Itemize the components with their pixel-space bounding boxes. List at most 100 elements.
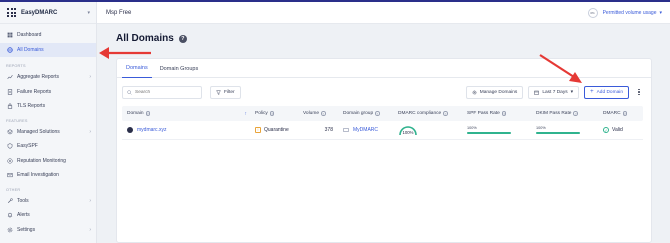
organization-title[interactable]: Msp Free: [106, 10, 131, 16]
compliance-gauge: 100%: [398, 124, 418, 136]
info-icon: ?: [321, 111, 326, 116]
annotation-arrow-sidebar: [99, 47, 151, 59]
gear-icon: [472, 90, 477, 94]
chevron-down-icon: ▾: [570, 89, 574, 95]
domain-group-link[interactable]: MyDMARC: [353, 127, 378, 133]
search-icon: [127, 89, 132, 95]
sidebar-item-label: Email Investigation: [17, 172, 59, 179]
info-icon: ?: [622, 111, 628, 116]
sidebar: EasyDMARC ▾ Dashboard All Domains REPORT…: [0, 2, 97, 243]
search-box[interactable]: [122, 85, 202, 99]
sidebar-item-all-domains[interactable]: All Domains: [0, 42, 96, 57]
lock-icon: [7, 103, 13, 109]
spf-progress-bar: [467, 131, 511, 134]
chart-icon: [7, 74, 13, 80]
column-header-domain-group[interactable]: Domain group?: [341, 111, 396, 116]
sidebar-item-label: Alerts: [17, 212, 30, 219]
usage-dropdown[interactable]: 0% Permitted volume usage ▾: [587, 7, 662, 18]
table-row[interactable]: mydmarc.xyz ! Quarantine 378 MyDMARC 100…: [122, 121, 643, 140]
add-domain-button[interactable]: + Add Domain: [584, 85, 629, 99]
volume-cell: 378: [301, 127, 341, 133]
sidebar-item-tools[interactable]: Tools ›: [0, 194, 96, 209]
manage-domains-button[interactable]: Manage Domains: [465, 85, 524, 99]
info-icon: ?: [145, 111, 151, 116]
column-header-dmarc[interactable]: DMARC?: [601, 111, 641, 116]
sidebar-item-label: All Domains: [17, 46, 44, 53]
info-icon: ?: [443, 111, 448, 116]
search-input[interactable]: [135, 89, 199, 95]
sort-arrow-icon: ↑: [244, 110, 248, 117]
info-icon: ?: [269, 111, 275, 116]
filter-label: Filter: [224, 89, 235, 95]
top-header: Msp Free 0% Permitted volume usage ▾: [97, 2, 670, 24]
table-header: Domain? ↑ Policy? Volume? Domain group? D…: [122, 106, 643, 121]
column-header-volume[interactable]: Volume?: [301, 111, 341, 116]
envelope-icon: [7, 172, 13, 178]
dmarc-status-cell: ✓ Valid: [601, 127, 641, 133]
sidebar-item-label: Reputation Monitoring: [17, 157, 66, 164]
sidebar-item-label: Dashboard: [17, 32, 42, 39]
more-options-icon[interactable]: [635, 86, 643, 99]
sidebar-item-tls-reports[interactable]: TLS Reports: [0, 99, 96, 114]
manage-domains-label: Manage Domains: [479, 89, 518, 95]
plus-icon: +: [590, 89, 594, 95]
folder-icon: [343, 127, 349, 133]
sidebar-item-label: Settings: [17, 226, 36, 233]
chevron-right-icon: ›: [89, 226, 91, 233]
section-title-reports: REPORTS: [6, 64, 26, 68]
dmarc-status: Valid: [612, 127, 623, 133]
sidebar-item-label: Tools: [17, 197, 29, 204]
chevron-right-icon: ›: [89, 128, 91, 135]
dkim-progress-bar: [536, 131, 580, 134]
dkim-value: 100%: [536, 126, 546, 131]
sidebar-item-label: Failure Reports: [17, 88, 52, 95]
spf-icon: [7, 143, 13, 149]
sidebar-item-dashboard[interactable]: Dashboard: [0, 28, 96, 43]
chevron-down-icon: ▾: [87, 9, 90, 16]
chevron-right-icon: ›: [89, 74, 91, 81]
sidebar-item-failure-reports[interactable]: Failure Reports: [0, 85, 96, 100]
section-title-other: OTHER: [6, 187, 21, 192]
monitor-icon: [7, 158, 13, 164]
spf-progress-fill: [467, 131, 511, 134]
section-title-features: FEATURES: [6, 118, 28, 123]
bell-icon: [7, 212, 13, 218]
sidebar-item-label: EasySPF: [17, 143, 38, 150]
usage-label: Permitted volume usage: [602, 9, 657, 16]
spf-cell: 100%: [465, 126, 534, 134]
column-header-dkim-pass-rate[interactable]: DKIM Pass Rate?: [534, 111, 601, 116]
column-header-policy[interactable]: Policy?: [253, 111, 301, 116]
spf-value: 100%: [467, 126, 477, 131]
policy-cell: ! Quarantine: [253, 127, 301, 133]
dkim-cell: 100%: [534, 126, 601, 134]
calendar-icon: [534, 90, 540, 95]
sidebar-item-reputation-monitoring[interactable]: Reputation Monitoring: [0, 154, 96, 169]
help-icon[interactable]: ?: [178, 34, 187, 43]
chevron-down-icon: ▾: [659, 9, 662, 16]
brand-name: EasyDMARC: [21, 9, 58, 16]
sidebar-item-label: Managed Solutions: [17, 128, 60, 135]
info-icon: ?: [573, 111, 578, 116]
sidebar-item-aggregate-reports[interactable]: Aggregate Reports ›: [0, 70, 96, 85]
sidebar-item-settings[interactable]: Settings ›: [0, 223, 96, 238]
column-header-spf-pass-rate[interactable]: SPF Pass Rate?: [465, 111, 534, 116]
sidebar-item-easyspf[interactable]: EasySPF: [0, 139, 96, 154]
file-icon: [7, 89, 13, 95]
usage-percent-indicator: 0%: [587, 7, 598, 18]
sidebar-item-managed-solutions[interactable]: Managed Solutions ›: [0, 125, 96, 140]
column-header-dmarc-compliance[interactable]: DMARC compliance?: [396, 111, 465, 116]
volume-value: 378: [324, 127, 333, 133]
check-circle-icon: ✓: [603, 127, 609, 133]
quarantine-icon: !: [255, 127, 261, 133]
brand-switcher[interactable]: EasyDMARC ▾: [0, 2, 96, 24]
domain-link[interactable]: mydmarc.xyz: [137, 127, 166, 133]
info-icon: ?: [501, 111, 507, 116]
add-domain-label: Add Domain: [596, 89, 623, 95]
tab-domain-groups[interactable]: Domain Groups: [156, 59, 203, 78]
sidebar-item-alerts[interactable]: Alerts: [0, 208, 96, 223]
sidebar-item-email-investigation[interactable]: Email Investigation: [0, 168, 96, 183]
chevron-right-icon: ›: [89, 197, 91, 204]
info-icon: ?: [375, 111, 380, 116]
filter-button[interactable]: Filter: [210, 85, 241, 99]
column-header-domain[interactable]: Domain? ↑: [122, 111, 253, 117]
